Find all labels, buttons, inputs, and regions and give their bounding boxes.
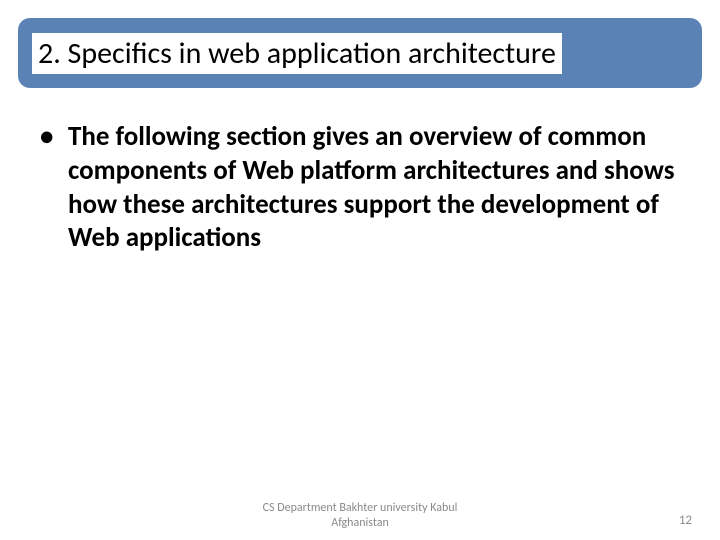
page-number: 12: [679, 513, 692, 528]
footer: CS Department Bakhter university Kabul A…: [0, 501, 720, 530]
footer-line-1: CS Department Bakhter university Kabul: [263, 501, 458, 515]
footer-text: CS Department Bakhter university Kabul A…: [263, 501, 458, 530]
bullet-text: The following section gives an overview …: [68, 120, 680, 255]
slide-title: 2. Specifics in web application architec…: [32, 33, 562, 74]
bullet-marker: •: [40, 120, 68, 154]
footer-line-2: Afghanistan: [263, 516, 458, 530]
bullet-item: • The following section gives an overvie…: [40, 120, 680, 255]
content-area: • The following section gives an overvie…: [40, 120, 680, 255]
title-bar: 2. Specifics in web application architec…: [18, 18, 702, 88]
